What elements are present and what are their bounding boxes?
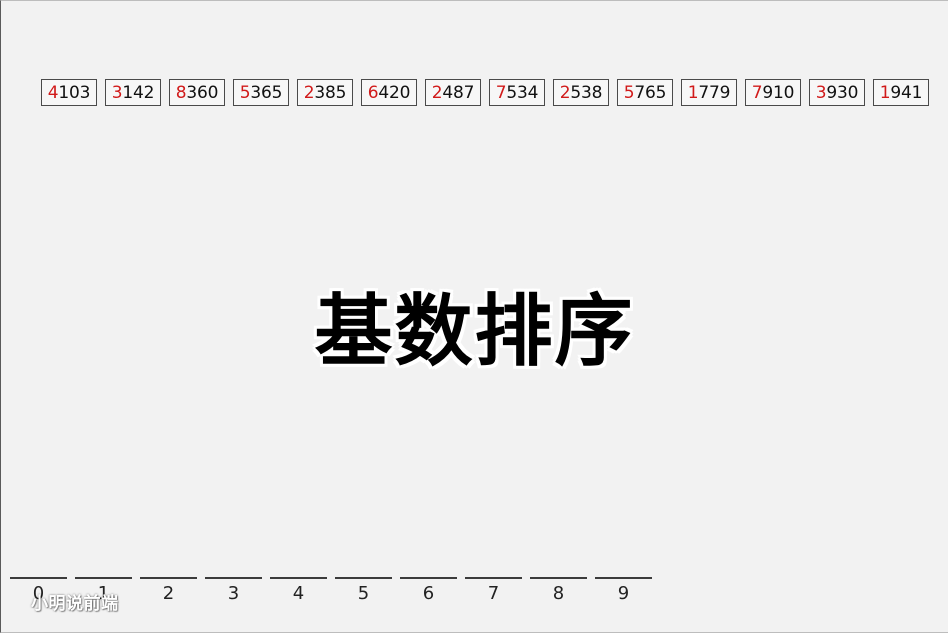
remaining-digits: 420 (378, 82, 411, 103)
bucket-6: 6 (400, 577, 457, 604)
remaining-digits: 385 (314, 82, 347, 103)
bucket-label: 3 (227, 583, 240, 604)
highlight-digit: 3 (111, 82, 123, 103)
bucket-7: 7 (465, 577, 522, 604)
bucket-line (140, 577, 197, 579)
bucket-line (75, 577, 132, 579)
highlight-digit: 1 (879, 82, 891, 103)
highlight-digit: 3 (815, 82, 827, 103)
animation-canvas: 4 103 3 142 8 360 5 365 2 385 6 420 2 487 7 534 … (0, 0, 948, 633)
highlight-digit: 4 (47, 82, 59, 103)
highlight-digit: 5 (239, 82, 251, 103)
bucket-8: 8 (530, 577, 587, 604)
highlight-digit: 8 (175, 82, 187, 103)
bucket-line (400, 577, 457, 579)
number-cell: 3 930 (809, 79, 865, 106)
bucket-line (270, 577, 327, 579)
bucket-4: 4 (270, 577, 327, 604)
number-cell: 1 779 (681, 79, 737, 106)
highlight-digit: 7 (751, 82, 763, 103)
remaining-digits: 779 (698, 82, 731, 103)
remaining-digits: 534 (506, 82, 539, 103)
remaining-digits: 538 (570, 82, 603, 103)
watermark: 小明说前端 (31, 594, 119, 614)
highlight-digit: 7 (495, 82, 507, 103)
bucket-label: 7 (487, 583, 500, 604)
number-array: 4 103 3 142 8 360 5 365 2 385 6 420 2 487 7 534 … (41, 79, 929, 106)
bucket-label: 2 (162, 583, 175, 604)
number-cell: 6 420 (361, 79, 417, 106)
bucket-label: 6 (422, 583, 435, 604)
bucket-5: 5 (335, 577, 392, 604)
highlight-digit: 6 (367, 82, 379, 103)
bucket-2: 2 (140, 577, 197, 604)
remaining-digits: 142 (122, 82, 155, 103)
remaining-digits: 765 (634, 82, 667, 103)
bucket-line (205, 577, 262, 579)
bucket-line (530, 577, 587, 579)
number-cell: 4 103 (41, 79, 97, 106)
remaining-digits: 103 (58, 82, 91, 103)
number-cell: 5 765 (617, 79, 673, 106)
number-cell: 7 534 (489, 79, 545, 106)
highlight-digit: 5 (623, 82, 635, 103)
number-cell: 2 487 (425, 79, 481, 106)
number-cell: 2 538 (553, 79, 609, 106)
number-cell: 5 365 (233, 79, 289, 106)
bucket-label: 9 (617, 583, 630, 604)
remaining-digits: 360 (186, 82, 219, 103)
bucket-9: 9 (595, 577, 652, 604)
remaining-digits: 910 (762, 82, 795, 103)
highlight-digit: 2 (431, 82, 443, 103)
remaining-digits: 365 (250, 82, 283, 103)
highlight-digit: 2 (559, 82, 571, 103)
remaining-digits: 487 (442, 82, 475, 103)
bucket-label: 4 (292, 583, 305, 604)
number-cell: 1 941 (873, 79, 929, 106)
highlight-digit: 2 (303, 82, 315, 103)
bucket-line (465, 577, 522, 579)
bucket-line (595, 577, 652, 579)
remaining-digits: 941 (890, 82, 923, 103)
page-title: 基数排序 (314, 287, 635, 377)
number-cell: 2 385 (297, 79, 353, 106)
number-cell: 7 910 (745, 79, 801, 106)
number-cell: 3 142 (105, 79, 161, 106)
bucket-label: 8 (552, 583, 565, 604)
number-cell: 8 360 (169, 79, 225, 106)
remaining-digits: 930 (826, 82, 859, 103)
highlight-digit: 1 (687, 82, 699, 103)
bucket-line (335, 577, 392, 579)
bucket-line (10, 577, 67, 579)
bucket-label: 5 (357, 583, 370, 604)
bucket-3: 3 (205, 577, 262, 604)
